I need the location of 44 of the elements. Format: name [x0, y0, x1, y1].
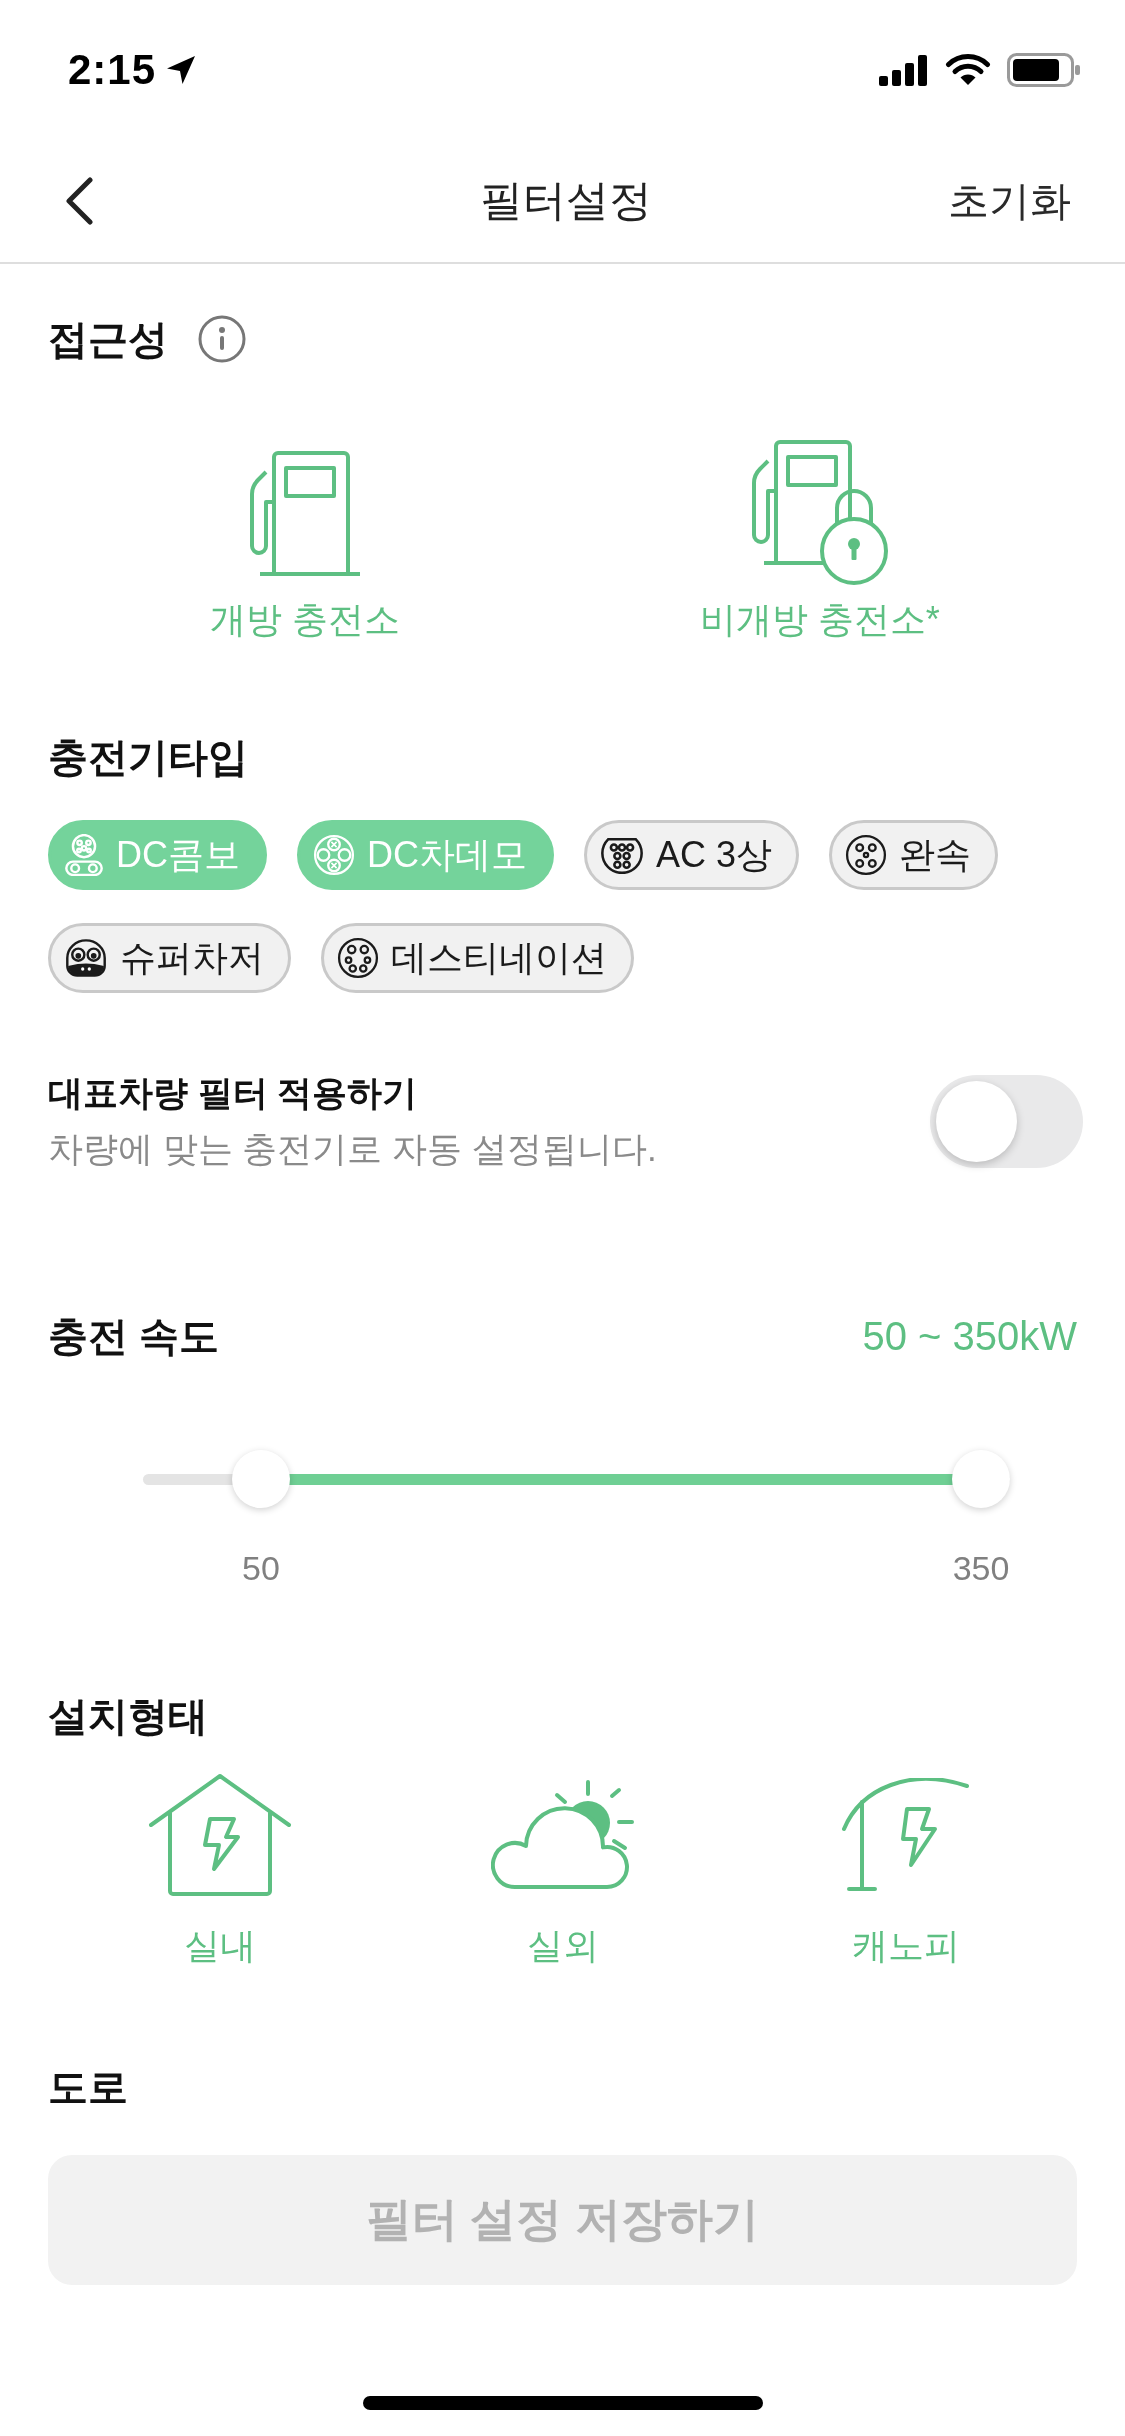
battery-icon [1007, 53, 1081, 87]
socket-icon [64, 938, 108, 978]
section-title: 충전기타입 [48, 734, 248, 781]
install-type-option[interactable]: 실내 [147, 1770, 292, 1968]
socket-icon [845, 834, 888, 876]
status-time: 2:15 [68, 46, 157, 94]
section-title: 도로 [48, 2064, 128, 2111]
section-title: 설치형태 [48, 1693, 208, 1740]
slider-value-label: 50 [242, 1548, 280, 1588]
location-arrow-icon [166, 55, 197, 85]
signal-icon [879, 54, 929, 86]
slider-track[interactable] [143, 1450, 1010, 1508]
access-option[interactable]: 비개방 충전소* [699, 438, 940, 642]
canopy-bolt-icon [841, 1778, 970, 1892]
wifi-icon [945, 54, 991, 86]
slider-value-label: 350 [952, 1548, 1010, 1588]
charger-type-chip[interactable]: 슈퍼차저 [48, 923, 291, 993]
charger-type-chip[interactable]: 데스티네이션 [321, 923, 634, 993]
socket-icon [64, 834, 104, 876]
section-title: 접근성 [48, 316, 168, 363]
charger-type-chip[interactable]: DC콤보 [48, 820, 267, 890]
access-option[interactable]: 개방 충전소 [210, 438, 401, 642]
socket-icon [337, 937, 379, 979]
section-title: 충전 속도 [48, 1313, 220, 1360]
locked-fuel-pump-icon [751, 440, 888, 586]
socket-icon [313, 834, 355, 876]
fuel-pump-icon [250, 450, 361, 576]
cloud-sun-icon [490, 1780, 635, 1890]
back-chevron-icon [64, 177, 94, 225]
slider-thumb[interactable] [952, 1450, 1010, 1508]
info-icon[interactable] [198, 315, 246, 363]
install-type-option[interactable]: 실외 [490, 1770, 635, 1968]
charger-type-chip[interactable]: DC차데모 [297, 820, 554, 890]
install-type-option[interactable]: 캐노피 [841, 1770, 970, 1968]
setting-description: 차량에 맞는 충전기로 자동 설정됩니다. [48, 1128, 657, 1170]
slider-thumb[interactable] [232, 1450, 290, 1508]
page-title: 필터설정 [479, 175, 652, 226]
charger-type-chip[interactable]: 완속 [829, 820, 999, 890]
house-bolt-icon [147, 1773, 292, 1897]
socket-icon [600, 836, 644, 874]
setting-title: 대표차량 필터 적용하기 [48, 1072, 419, 1114]
reset-button[interactable]: 초기화 [948, 173, 1071, 229]
charger-type-chip[interactable]: AC 3상 [584, 820, 800, 890]
speed-range-text: 50 ~ 350kW [862, 1313, 1077, 1359]
